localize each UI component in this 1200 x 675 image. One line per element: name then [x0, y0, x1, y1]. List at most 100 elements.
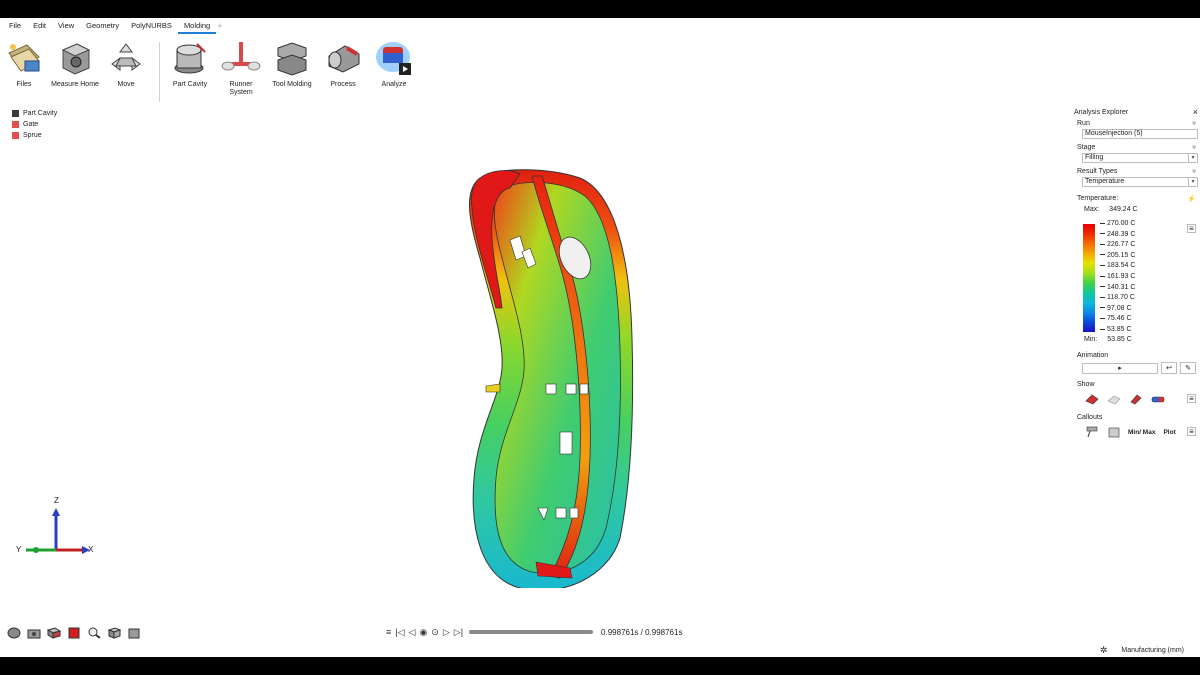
layer-sprue[interactable]: Sprue: [12, 130, 57, 141]
menu-view[interactable]: View: [52, 18, 80, 34]
callout-surface-icon[interactable]: [1106, 425, 1122, 439]
skip-start-icon[interactable]: |◁: [395, 627, 404, 638]
part-cavity-tool[interactable]: Part Cavity: [166, 38, 214, 108]
view-orientation-icon[interactable]: [4, 625, 24, 641]
folder-icon: [4, 38, 44, 78]
chevron-down-icon: ▾: [1188, 154, 1197, 162]
show-runner-icon[interactable]: [1106, 392, 1122, 406]
max-label: Max:: [1084, 206, 1100, 213]
model-viewport[interactable]: [440, 148, 660, 592]
layer-gate[interactable]: Gate: [12, 119, 57, 130]
legend-min: Min: 53.85 C: [1084, 336, 1132, 343]
plot-button[interactable]: Plot: [1163, 429, 1175, 436]
layer-part-cavity[interactable]: Part Cavity: [12, 108, 57, 119]
analysis-explorer: Analysis Explorer × Run » MouseInjection…: [1072, 106, 1200, 441]
animation-play-button[interactable]: ▸: [1082, 362, 1158, 374]
menu-geometry[interactable]: Geometry: [80, 18, 125, 34]
stage-label: Stage: [1077, 144, 1096, 151]
show-menu-icon[interactable]: ≡: [1187, 394, 1196, 403]
files-tool[interactable]: Files: [0, 38, 48, 108]
result-types-label: Result Types: [1077, 168, 1118, 175]
legend-value: 270.00 C: [1100, 220, 1135, 227]
run-label: Run: [1077, 120, 1090, 127]
layer-label: Sprue: [23, 132, 42, 139]
min-value: 53.85 C: [1107, 336, 1132, 343]
menu-file[interactable]: File: [3, 18, 27, 34]
part-cavity-label: Part Cavity: [172, 81, 208, 88]
temperature-result-model[interactable]: [440, 148, 660, 592]
legend-value: 75.46 C: [1100, 315, 1132, 322]
view-cube-icon[interactable]: [104, 625, 124, 641]
callouts-menu-icon[interactable]: ≡: [1187, 427, 1196, 436]
menu-edit[interactable]: Edit: [27, 18, 52, 34]
process-tool[interactable]: Process: [319, 38, 367, 108]
legend-value: 248.39 C: [1100, 231, 1135, 238]
legend-max: Max: 349.24 C: [1084, 206, 1138, 213]
run-row: Run »: [1072, 118, 1200, 129]
animation-settings-icon[interactable]: ↩: [1161, 362, 1177, 374]
close-icon[interactable]: ×: [1193, 107, 1198, 117]
play-icon[interactable]: ⊙: [431, 627, 439, 638]
record-icon[interactable]: ◉: [419, 627, 427, 638]
units-label[interactable]: Manufacturing (mm): [1121, 647, 1184, 654]
show-part-icon[interactable]: [1084, 392, 1100, 406]
legend-value: 97.08 C: [1100, 305, 1132, 312]
measure-home-label: Measure Home: [51, 81, 99, 88]
runner-system-tool[interactable]: Runner System: [217, 38, 265, 108]
stage-value: Filling: [1085, 154, 1104, 161]
chevron-double-down-icon[interactable]: »: [1192, 144, 1196, 151]
add-ribbon-plus-icon[interactable]: +: [217, 21, 222, 31]
stage-dropdown[interactable]: Filling ▾: [1082, 153, 1198, 163]
status-bar: ✲ Manufacturing (mm): [1100, 645, 1184, 656]
run-value: MouseInjection (5): [1085, 130, 1143, 137]
menu-polynurbs[interactable]: PolyNURBS: [125, 18, 178, 34]
ribbon: Files Measure Home Move Part Cavity Runn…: [0, 38, 421, 108]
analyze-tool[interactable]: Analyze: [370, 38, 418, 108]
skip-end-icon[interactable]: ▷|: [454, 627, 463, 638]
section-cut-icon[interactable]: [44, 625, 64, 641]
callout-icons: Min/ Max Plot ≡: [1072, 423, 1200, 441]
step-back-icon[interactable]: ◁: [409, 627, 416, 638]
min-max-button[interactable]: Min/ Max: [1128, 429, 1155, 436]
temperature-header: Temperature: ⚡: [1072, 193, 1200, 204]
step-forward-icon[interactable]: ▷: [443, 627, 450, 638]
legend-color-bar: [1083, 224, 1095, 332]
runner-system-icon: [221, 38, 261, 78]
bottom-black-bar: [0, 657, 1200, 675]
measure-home-tool[interactable]: Measure Home: [51, 38, 99, 108]
app-window: File Edit View Geometry PolyNURBS Moldin…: [0, 18, 1200, 657]
view-toolbar: [4, 625, 144, 641]
display-color-icon[interactable]: [64, 625, 84, 641]
playback-menu-icon[interactable]: ≡: [386, 627, 391, 637]
result-types-dropdown[interactable]: Temperature ▾: [1082, 177, 1198, 187]
analyze-label: Analyze: [381, 81, 407, 88]
show-label: Show: [1077, 381, 1095, 388]
timeline-slider[interactable]: [469, 630, 594, 634]
timecode: 0.998761s / 0.998761s: [601, 627, 683, 637]
animation-label: Animation: [1077, 352, 1109, 359]
stage-row: Stage »: [1072, 142, 1200, 153]
layer-swatch: [12, 110, 19, 117]
show-gate-icon[interactable]: [1128, 392, 1144, 406]
box-view-icon[interactable]: [124, 625, 144, 641]
callout-probe-icon[interactable]: [1084, 425, 1100, 439]
zoom-icon[interactable]: [84, 625, 104, 641]
chevron-double-down-icon[interactable]: »: [1192, 168, 1196, 175]
camera-icon[interactable]: [24, 625, 44, 641]
tool-molding-icon: [272, 38, 312, 78]
settings-gear-icon[interactable]: ✲: [1100, 645, 1108, 656]
tool-molding-tool[interactable]: Tool Molding: [268, 38, 316, 108]
explorer-title: Analysis Explorer: [1074, 108, 1129, 116]
top-black-bar: [0, 0, 1200, 18]
legend-value: 140.31 C: [1100, 284, 1135, 291]
show-mold-icon[interactable]: [1150, 392, 1166, 406]
run-field[interactable]: MouseInjection (5): [1082, 129, 1198, 139]
menu-molding[interactable]: Molding: [177, 18, 217, 34]
move-tool[interactable]: Move: [102, 38, 150, 108]
min-label: Min:: [1084, 336, 1098, 343]
legend-menu-icon[interactable]: ≡: [1187, 224, 1196, 233]
chevron-double-down-icon[interactable]: »: [1192, 120, 1196, 127]
lightning-icon[interactable]: ⚡: [1187, 195, 1196, 203]
measure-icon: [55, 38, 95, 78]
animation-edit-icon[interactable]: ✎: [1180, 362, 1196, 374]
